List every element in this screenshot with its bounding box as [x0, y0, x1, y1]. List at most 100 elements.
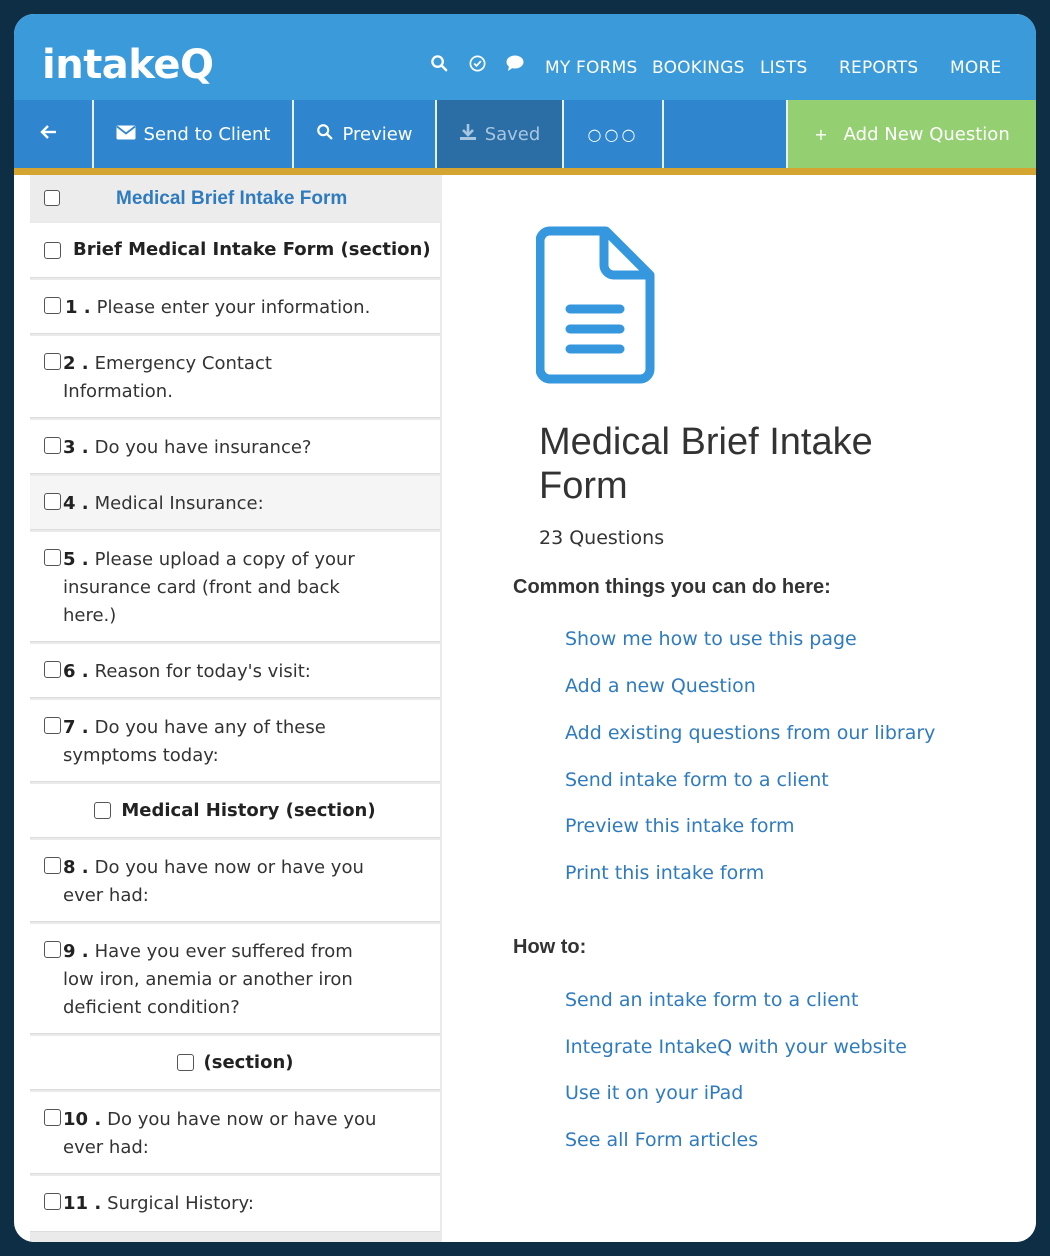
form-overview-panel: Medical Brief Intake Form 23 Questions C…	[442, 175, 1036, 1242]
question-text: 9 . Have you ever suffered from low iron,…	[63, 938, 383, 1022]
question-text: 7 . Do you have any of these symptoms tod…	[63, 714, 363, 770]
question-label: Do you have insurance?	[94, 437, 312, 458]
section-title: Brief Medical Intake Form (section)	[73, 239, 431, 260]
chat-bubble-icon[interactable]	[505, 54, 525, 74]
nav-more[interactable]: MORE	[950, 58, 1001, 78]
question-row[interactable]: 8 . Do you have now or have you ever had:	[30, 840, 440, 922]
question-label: Medical Insurance:	[94, 493, 264, 514]
question-number: 10 .	[63, 1109, 102, 1130]
row-checkbox[interactable]	[44, 941, 61, 958]
question-text: 4 . Medical Insurance:	[63, 490, 423, 518]
question-number: 4 .	[63, 493, 89, 514]
question-row[interactable]: 2 . Emergency Contact Information.	[30, 336, 440, 418]
question-text: 6 . Reason for today's visit:	[63, 658, 423, 686]
question-label: Do you have now or have you ever had:	[63, 1109, 377, 1158]
nav-bookings[interactable]: BOOKINGS	[652, 58, 745, 78]
question-number: 1 .	[65, 297, 91, 318]
link-howto-ipad[interactable]: Use it on your iPad	[565, 1082, 743, 1104]
back-button[interactable]	[14, 100, 94, 168]
more-dots-icon: ○○○	[587, 124, 639, 144]
question-label: Have you ever suffered from low iron, an…	[63, 941, 353, 1018]
row-checkbox[interactable]	[44, 297, 61, 314]
question-row[interactable]: 5 . Please upload a copy of your insuranc…	[30, 532, 440, 642]
question-count: 23 Questions	[539, 527, 665, 549]
nav-lists[interactable]: LISTS	[760, 58, 807, 78]
row-checkbox[interactable]	[44, 1109, 61, 1126]
section-title: (section)	[203, 1051, 294, 1073]
search-icon	[316, 123, 342, 146]
row-checkbox[interactable]	[44, 437, 61, 454]
nav-my-forms[interactable]: MY FORMS	[545, 58, 638, 78]
add-new-question-button[interactable]: + Add New Question	[788, 100, 1036, 168]
question-number: 3 .	[63, 437, 89, 458]
row-checkbox[interactable]	[44, 549, 61, 566]
send-to-client-button[interactable]: Send to Client	[94, 100, 294, 168]
check-circle-icon[interactable]	[468, 54, 488, 74]
question-text: 11 . Surgical History:	[63, 1190, 423, 1218]
app-screen: intakeQ MY FORMS BOOKINGS LISTS REPORTS …	[14, 14, 1036, 1242]
question-number: 8 .	[63, 857, 89, 878]
question-row[interactable]: 11 . Surgical History:	[30, 1176, 440, 1232]
question-list-header: Medical Brief Intake Form	[30, 175, 442, 221]
row-checkbox[interactable]	[44, 353, 61, 370]
link-show-how-to-use[interactable]: Show me how to use this page	[565, 628, 857, 650]
question-row[interactable]: 1 . Please enter your information.	[30, 280, 440, 334]
question-text: 3 . Do you have insurance?	[63, 434, 423, 462]
section-row[interactable]: Medical History (section)	[30, 784, 440, 838]
preview-button[interactable]: Preview	[294, 100, 437, 168]
document-icon	[535, 225, 656, 390]
link-howto-integrate[interactable]: Integrate IntakeQ with your website	[565, 1036, 907, 1058]
question-text: 10 . Do you have now or have you ever had…	[63, 1106, 403, 1162]
row-checkbox[interactable]	[44, 717, 61, 734]
how-to-heading: How to:	[513, 936, 587, 958]
link-preview-form[interactable]: Preview this intake form	[565, 815, 794, 837]
question-row[interactable]: 10 . Do you have now or have you ever had…	[30, 1092, 440, 1174]
row-checkbox[interactable]	[44, 242, 61, 259]
section-row[interactable]: Brief Medical Intake Form (section)	[30, 223, 440, 278]
link-add-new-question[interactable]: Add a new Question	[565, 675, 756, 697]
question-row[interactable]: 3 . Do you have insurance?	[30, 420, 440, 474]
question-row[interactable]: 9 . Have you ever suffered from low iron,…	[30, 924, 440, 1034]
question-row[interactable]: 6 . Reason for today's visit:	[30, 644, 440, 698]
section-row[interactable]: (section)	[30, 1036, 440, 1090]
question-text: 2 . Emergency Contact Information.	[63, 350, 313, 406]
link-howto-send[interactable]: Send an intake form to a client	[565, 989, 858, 1011]
form-toolbar: Send to Client Preview Saved ○○○ + Add N…	[14, 100, 1036, 168]
question-number: 9 .	[63, 941, 89, 962]
row-checkbox[interactable]	[44, 857, 61, 874]
row-checkbox[interactable]	[176, 1054, 194, 1071]
question-number: 11 .	[63, 1193, 102, 1214]
question-row[interactable]: 4 . Medical Insurance:	[30, 476, 440, 530]
arrow-left-icon	[40, 124, 66, 145]
link-print-form[interactable]: Print this intake form	[565, 862, 764, 884]
question-label: Reason for today's visit:	[94, 661, 311, 682]
add-new-question-label: Add New Question	[843, 123, 1010, 145]
link-add-from-library[interactable]: Add existing questions from our library	[565, 722, 935, 744]
more-options-button[interactable]: ○○○	[564, 100, 664, 168]
question-label: Emergency Contact Information.	[63, 353, 272, 402]
row-checkbox[interactable]	[94, 802, 112, 819]
link-send-form[interactable]: Send intake form to a client	[565, 769, 829, 791]
intakeq-logo[interactable]: intakeQ	[42, 40, 214, 90]
question-list-panel: Medical Brief Intake Form Brief Medical …	[30, 175, 442, 1242]
row-checkbox[interactable]	[44, 1193, 61, 1210]
accent-divider	[14, 168, 1036, 175]
row-checkbox[interactable]	[44, 661, 61, 678]
question-number: 7 .	[63, 717, 89, 738]
send-to-client-label: Send to Client	[143, 123, 271, 145]
select-all-checkbox[interactable]	[44, 190, 60, 206]
preview-label: Preview	[342, 123, 413, 145]
top-navigation: intakeQ MY FORMS BOOKINGS LISTS REPORTS …	[14, 14, 1036, 100]
nav-reports[interactable]: REPORTS	[839, 58, 918, 78]
form-name-link[interactable]: Medical Brief Intake Form	[116, 188, 347, 210]
form-title: Medical Brief Intake Form	[539, 421, 873, 507]
question-number: 2 .	[63, 353, 89, 374]
row-checkbox[interactable]	[44, 493, 61, 510]
common-actions-heading: Common things you can do here:	[513, 576, 831, 598]
link-all-articles[interactable]: See all Form articles	[565, 1129, 758, 1151]
question-text: 1 . Please enter your information.	[65, 294, 425, 322]
question-label: Do you have any of these symptoms today:	[63, 717, 326, 766]
question-row[interactable]: 7 . Do you have any of these symptoms tod…	[30, 700, 440, 782]
envelope-icon	[115, 124, 144, 145]
search-icon[interactable]	[430, 54, 450, 74]
